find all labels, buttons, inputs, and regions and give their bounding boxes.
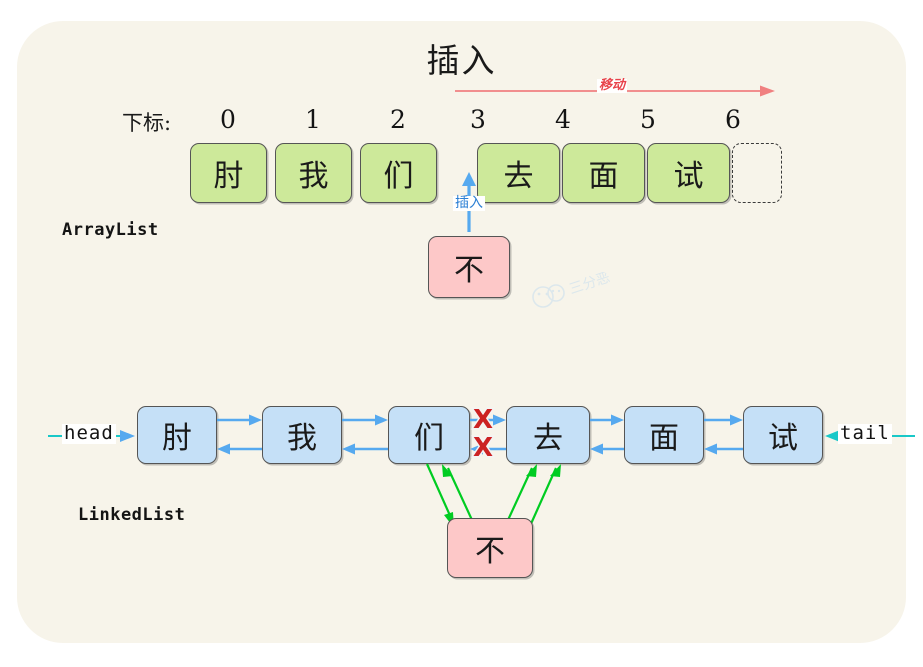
linkedlist-label: LinkedList bbox=[78, 505, 186, 525]
arraylist-label: ArrayList bbox=[62, 220, 159, 240]
move-label: 移动 bbox=[597, 78, 628, 93]
linked-node-1[interactable]: 我 bbox=[262, 406, 342, 464]
broken-link-x-icon-bottom: X bbox=[471, 434, 494, 462]
link-arrows-0-1 bbox=[217, 414, 262, 455]
array-index-3: 3 bbox=[470, 105, 486, 134]
array-insert-value-box[interactable]: 不 bbox=[428, 236, 510, 298]
array-cell-0[interactable]: 肘 bbox=[190, 143, 267, 203]
array-cell-5[interactable]: 面 bbox=[562, 143, 645, 203]
page-title: 插入 bbox=[426, 41, 497, 80]
linked-node-3[interactable]: 去 bbox=[506, 406, 590, 464]
array-index-6: 6 bbox=[725, 105, 741, 134]
linked-insert-value-box[interactable]: 不 bbox=[447, 518, 533, 578]
array-index-0: 0 bbox=[220, 105, 236, 134]
array-cell-4[interactable]: 去 bbox=[477, 143, 560, 203]
array-index-1: 1 bbox=[305, 105, 321, 134]
broken-link-x-icon-top: X bbox=[471, 406, 494, 434]
link-arrows-4-5 bbox=[704, 414, 743, 455]
link-arrows-1-2 bbox=[342, 414, 388, 455]
linked-node-5[interactable]: 试 bbox=[743, 406, 823, 464]
svg-text:X: X bbox=[473, 406, 493, 434]
head-label: head bbox=[62, 422, 116, 444]
index-caption: 下标: bbox=[122, 111, 172, 135]
link-arrows-3-4 bbox=[590, 414, 624, 455]
array-index-2: 2 bbox=[390, 105, 406, 134]
svg-text:三分恶: 三分恶 bbox=[567, 272, 612, 298]
array-cell-2[interactable]: 们 bbox=[360, 143, 437, 203]
array-insert-label: 插入 bbox=[453, 195, 485, 211]
array-cell-1[interactable]: 我 bbox=[275, 143, 352, 203]
linked-node-4[interactable]: 面 bbox=[624, 406, 704, 464]
array-cell-6[interactable]: 试 bbox=[647, 143, 730, 203]
linked-node-2[interactable]: 们 bbox=[388, 406, 470, 464]
array-index-4: 4 bbox=[555, 105, 571, 134]
array-index-5: 5 bbox=[640, 105, 656, 134]
watermark: 三分恶 bbox=[532, 272, 612, 308]
array-cell-empty[interactable] bbox=[732, 143, 782, 203]
linked-node-0[interactable]: 肘 bbox=[137, 406, 217, 464]
svg-text:X: X bbox=[473, 434, 493, 462]
tail-label: tail bbox=[838, 422, 892, 444]
